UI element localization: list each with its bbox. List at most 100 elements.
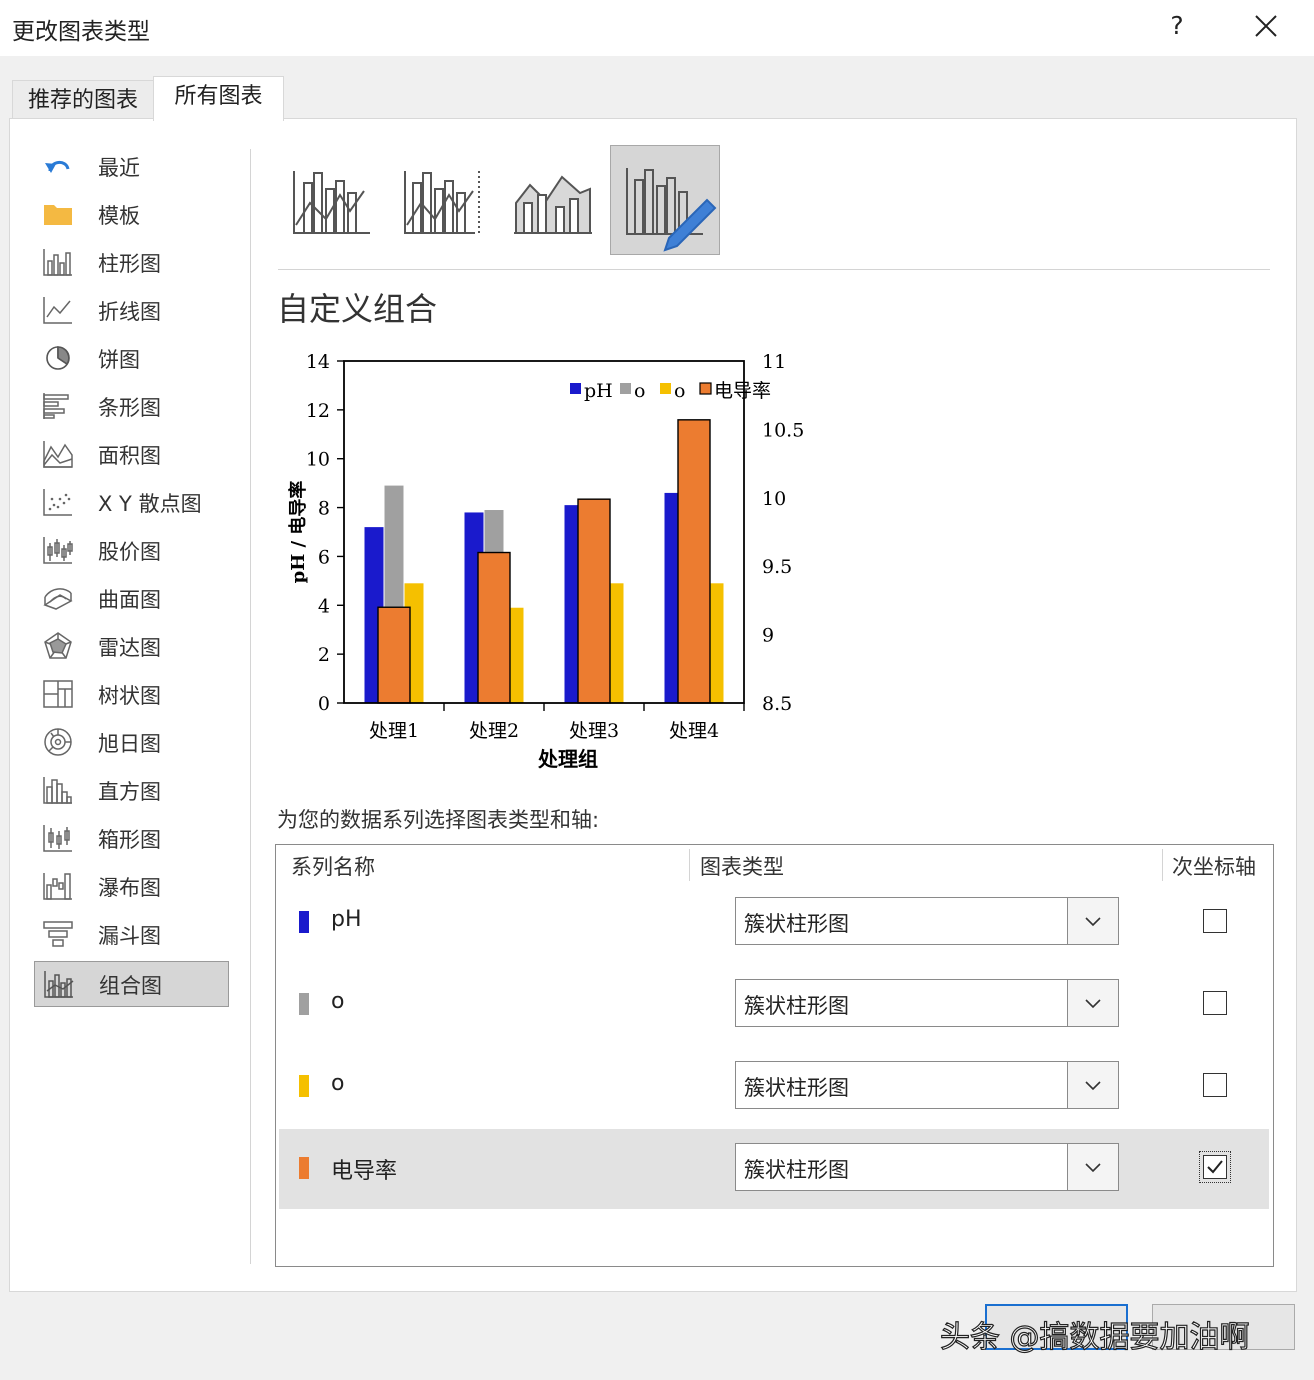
- sidebar-item-recent[interactable]: 最近: [34, 144, 227, 188]
- y-tick-label: 2: [318, 644, 330, 666]
- legend-swatch-2: [660, 383, 671, 394]
- chevron-down-icon: [1085, 999, 1101, 1009]
- tab-all-charts[interactable]: 所有图表: [153, 76, 284, 121]
- sidebar-item-pie[interactable]: 饼图: [34, 336, 227, 380]
- y2-tick-label: 8.5: [762, 693, 792, 715]
- series-row[interactable]: o 簇状柱形图: [279, 1047, 1269, 1127]
- chart-type-select[interactable]: 簇状柱形图: [735, 1143, 1119, 1191]
- sidebar-item-templates[interactable]: 模板: [34, 192, 227, 236]
- y-tick-label: 10: [306, 449, 330, 471]
- sidebar-item-stock[interactable]: 股价图: [34, 528, 227, 572]
- chart-type-select[interactable]: 簇状柱形图: [735, 979, 1119, 1027]
- sidebar-item-bar[interactable]: 条形图: [34, 384, 227, 428]
- sidebar-item-histogram[interactable]: 直方图: [34, 768, 227, 812]
- folder-icon: [44, 205, 72, 225]
- sidebar-item-funnel[interactable]: 漏斗图: [34, 912, 227, 956]
- legend-swatch-1: [620, 383, 631, 394]
- dropdown-button[interactable]: [1067, 980, 1118, 1026]
- y2-tick-label: 9.5: [762, 556, 792, 578]
- sidebar-item-line[interactable]: 折线图: [34, 288, 227, 332]
- legend-swatch-0: [570, 383, 581, 394]
- secondary-axis-checkbox[interactable]: [1203, 1073, 1227, 1097]
- legend-label-3: 电导率: [714, 380, 771, 402]
- subtype-stacked-area-column[interactable]: [500, 145, 610, 255]
- stock-chart-icon: [43, 537, 73, 564]
- bar-3-0: [377, 606, 411, 704]
- dropdown-button[interactable]: [1067, 898, 1118, 944]
- dialog-title: 更改图表类型: [12, 19, 150, 45]
- sidebar-item-combo[interactable]: 组合图: [34, 961, 229, 1007]
- y-tick-label: 14: [306, 351, 330, 373]
- sidebar-item-label: 旭日图: [98, 732, 161, 756]
- series-instruction: 为您的数据系列选择图表类型和轴:: [277, 808, 600, 832]
- y2-tick-label: 10: [762, 488, 786, 510]
- chart-type-select[interactable]: 簇状柱形图: [735, 1061, 1119, 1109]
- sidebar-divider: [250, 149, 251, 1264]
- checkmark-icon: [1207, 1160, 1223, 1174]
- y-tick-label: 6: [318, 546, 330, 568]
- combo-chart-icon: [44, 971, 74, 998]
- pie-chart-icon: [46, 346, 70, 370]
- subtype-column-line-secondary[interactable]: [389, 145, 499, 255]
- dropdown-button[interactable]: [1067, 1062, 1118, 1108]
- sidebar-item-sunburst[interactable]: 旭日图: [34, 720, 227, 764]
- dropdown-button[interactable]: [1067, 1144, 1118, 1190]
- sidebar-item-surface[interactable]: 曲面图: [34, 576, 227, 620]
- series-color-swatch: [299, 1075, 309, 1097]
- secondary-axis-checkbox[interactable]: [1203, 909, 1227, 933]
- header-chart-type: 图表类型: [700, 855, 784, 879]
- column-divider: [689, 849, 690, 881]
- series-color-swatch: [299, 993, 309, 1015]
- y-tick-label: 4: [318, 595, 330, 617]
- x-axis-title: 处理组: [537, 747, 598, 771]
- chart-type-value: 簇状柱形图: [744, 1158, 849, 1182]
- sidebar-item-label: 饼图: [98, 348, 140, 372]
- treemap-icon: [43, 680, 73, 708]
- help-button[interactable]: ?: [1160, 6, 1194, 46]
- secondary-axis-checkbox[interactable]: [1199, 1151, 1231, 1183]
- close-button[interactable]: [1244, 6, 1288, 46]
- radar-chart-icon: [44, 632, 72, 659]
- sidebar-item-scatter[interactable]: X Y 散点图: [34, 480, 227, 524]
- column-chart-icon: [43, 249, 72, 276]
- sidebar-item-label: 曲面图: [98, 588, 161, 612]
- tab-recommended-charts[interactable]: 推荐的图表: [12, 80, 154, 121]
- sidebar-item-label: 组合图: [99, 974, 162, 998]
- sunburst-icon: [44, 728, 72, 756]
- waterfall-icon: [43, 873, 72, 900]
- tab-panel: 最近 模板 柱形图 折线图 饼图 条形图 面积图 X Y 散点图 股价图 曲面图…: [9, 118, 1297, 1292]
- series-row[interactable]: pH 簇状柱形图: [279, 883, 1269, 963]
- sidebar-item-waterfall[interactable]: 瀑布图: [34, 864, 227, 908]
- custom-combo-pencil-icon: [626, 168, 717, 252]
- sidebar-item-column[interactable]: 柱形图: [34, 240, 227, 284]
- bar-3-3: [677, 419, 711, 704]
- series-grid: 系列名称 图表类型 次坐标轴 pH 簇状柱形图 o 簇状柱形图 o 簇状柱形图 …: [275, 844, 1274, 1267]
- secondary-axis-checkbox[interactable]: [1203, 991, 1227, 1015]
- series-row[interactable]: 电导率 簇状柱形图: [279, 1129, 1269, 1209]
- sidebar-item-radar[interactable]: 雷达图: [34, 624, 227, 668]
- y2-tick-label: 9: [762, 625, 774, 647]
- sidebar-item-label: 瀑布图: [98, 876, 161, 900]
- header-secondary-axis: 次坐标轴: [1172, 855, 1256, 879]
- column-divider: [1162, 849, 1163, 881]
- undo-icon: [45, 161, 70, 173]
- sidebar-item-box-whisker[interactable]: 箱形图: [34, 816, 227, 860]
- x-tick-label: 处理3: [569, 720, 619, 742]
- sidebar-item-area[interactable]: 面积图: [34, 432, 227, 476]
- bar-3-1: [477, 551, 511, 704]
- series-name: o: [331, 1071, 345, 1096]
- sidebar-item-label: 条形图: [98, 396, 161, 420]
- chart-type-select[interactable]: 簇状柱形图: [735, 897, 1119, 945]
- subtype-clustered-column-line[interactable]: [278, 145, 388, 255]
- sidebar-item-label: 直方图: [98, 780, 161, 804]
- funnel-icon: [43, 921, 73, 947]
- sidebar-item-label: 树状图: [98, 684, 161, 708]
- chart-type-value: 簇状柱形图: [744, 1076, 849, 1100]
- subtype-custom-combination[interactable]: [610, 145, 720, 255]
- section-title: 自定义组合: [277, 290, 438, 328]
- y2-tick-label: 10.5: [762, 419, 804, 441]
- histogram-icon: [43, 777, 72, 804]
- series-row[interactable]: o 簇状柱形图: [279, 965, 1269, 1045]
- y-axis-title: pH / 电导率: [287, 481, 309, 584]
- sidebar-item-treemap[interactable]: 树状图: [34, 672, 227, 716]
